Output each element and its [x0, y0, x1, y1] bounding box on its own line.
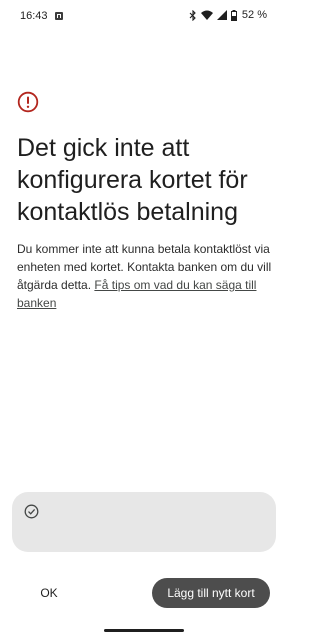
status-time: 16:43: [20, 10, 48, 22]
status-bar: 16:43 52 %: [0, 0, 287, 32]
battery-icon: [230, 9, 237, 21]
check-circle-icon: [24, 504, 39, 519]
status-icons: 52 %: [189, 9, 267, 21]
gesture-navigation-bar[interactable]: [104, 629, 184, 632]
bluetooth-icon: [189, 9, 197, 21]
notification-app-icon: [54, 11, 64, 21]
ok-button[interactable]: OK: [26, 578, 72, 608]
signal-icon: [216, 10, 227, 20]
dialog-title: Det gick inte att konfigurera kortet för…: [17, 134, 248, 226]
wifi-icon: [200, 10, 213, 20]
add-new-card-button[interactable]: Lägg till nytt kort: [152, 578, 270, 608]
error-icon: [17, 91, 39, 113]
info-card: [12, 492, 276, 552]
dialog-body: Du kommer inte att kunna betala kontaktl…: [17, 240, 275, 312]
battery-percent: 52 %: [241, 9, 267, 21]
